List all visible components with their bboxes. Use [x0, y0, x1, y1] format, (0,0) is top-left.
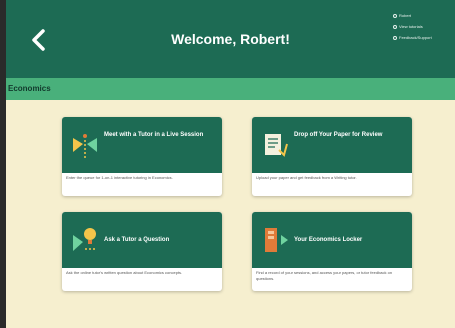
menu-item-label: View tutorials [399, 24, 423, 29]
card-title: Ask a Tutor a Question [104, 237, 170, 243]
card-description: Find a record of your sessions, and acce… [256, 270, 393, 281]
user-icon [393, 13, 397, 18]
card-description: Enter the queue for 1-on-1 interactive t… [66, 175, 173, 180]
locker-icon [265, 228, 288, 252]
card-ask-question[interactable]: Ask a Tutor a Question Ask the online tu… [62, 212, 222, 291]
menu-item-feedback[interactable]: Feedback/Support [393, 32, 451, 43]
menu-item-profile[interactable]: Robert [393, 10, 451, 21]
subject-bar: Economics [6, 78, 455, 100]
header-bar: Welcome, Robert! Robert View tutorials F… [6, 0, 455, 78]
app-window: Welcome, Robert! Robert View tutorials F… [6, 0, 455, 328]
menu-item-tutorials[interactable]: View tutorials [393, 21, 451, 32]
page-title: Welcome, Robert! [171, 31, 290, 47]
menu-item-label: Robert [399, 13, 412, 18]
menu-item-label: Feedback/Support [399, 35, 432, 40]
question-bulb-icon [73, 228, 97, 251]
feedback-icon [393, 35, 397, 40]
card-header: Drop off Your Paper for Review [252, 117, 412, 173]
card-header: Your Economics Locker [252, 212, 412, 268]
card-title: Meet with a Tutor in a Live Session [104, 132, 204, 138]
tutor-session-icon [73, 134, 97, 158]
card-description: Ask the online tutor's written question … [66, 270, 183, 275]
subject-label: Economics [8, 84, 51, 93]
help-icon [393, 24, 397, 29]
account-menu: Robert View tutorials Feedback/Support [393, 10, 451, 43]
card-title: Your Economics Locker [294, 237, 363, 243]
card-header: Meet with a Tutor in a Live Session [62, 117, 222, 173]
card-title: Drop off Your Paper for Review [294, 132, 383, 138]
paper-review-icon [265, 134, 288, 157]
card-description: Upload your paper and get feedback from … [256, 175, 357, 180]
card-locker[interactable]: Your Economics Locker Find a record of y… [252, 212, 412, 291]
card-paper-review[interactable]: Drop off Your Paper for Review Upload yo… [252, 117, 412, 196]
card-header: Ask a Tutor a Question [62, 212, 222, 268]
card-live-session[interactable]: Meet with a Tutor in a Live Session Ente… [62, 117, 222, 196]
